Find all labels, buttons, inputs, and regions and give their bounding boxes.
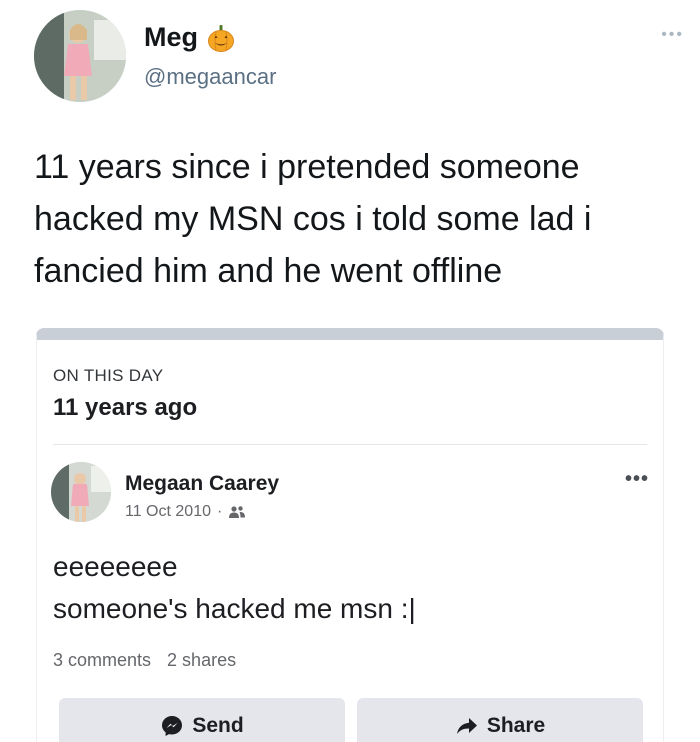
post-date[interactable]: 11 Oct 2010: [125, 503, 211, 521]
tweet-text: 11 years since i pretended someone hacke…: [34, 148, 592, 290]
post-meta: 11 Oct 2010 ·: [125, 503, 246, 521]
friends-icon: [228, 505, 246, 519]
messenger-icon: [160, 714, 184, 738]
tweet-display-name[interactable]: Meg: [144, 22, 198, 53]
send-button[interactable]: Send: [59, 698, 345, 742]
post-more-icon[interactable]: •••: [625, 468, 649, 491]
memory-label: ON THIS DAY: [53, 366, 164, 385]
pumpkin-icon: [206, 23, 236, 53]
post-stats: 3 comments 2 shares: [53, 650, 236, 671]
post-line-2: someone's hacked me msn :|: [53, 593, 416, 624]
divider: [53, 444, 647, 445]
post-avatar[interactable]: [51, 462, 111, 522]
share-button[interactable]: Share: [357, 698, 643, 742]
tweet-name-row: Meg: [144, 22, 236, 53]
tweet-avatar[interactable]: [34, 10, 126, 102]
comments-count[interactable]: 3 comments: [53, 650, 151, 671]
share-label: Share: [486, 714, 546, 737]
tweet-handle[interactable]: @megaancar: [144, 64, 276, 90]
more-icon[interactable]: •••: [661, 26, 684, 44]
post-body: eeeeeeee someone's hacked me msn :|: [53, 546, 416, 630]
memory-ago: 11 years ago: [53, 394, 198, 421]
memory-card: ON THIS DAY 11 years ago Megaan Caarey 1…: [36, 328, 664, 742]
meta-separator: ·: [216, 503, 223, 520]
shares-count[interactable]: 2 shares: [167, 650, 236, 671]
post-line-1: eeeeeeee: [53, 551, 178, 582]
send-label: Send: [192, 714, 244, 737]
share-arrow-icon: [455, 714, 479, 738]
post-author[interactable]: Megaan Caarey: [125, 472, 279, 496]
